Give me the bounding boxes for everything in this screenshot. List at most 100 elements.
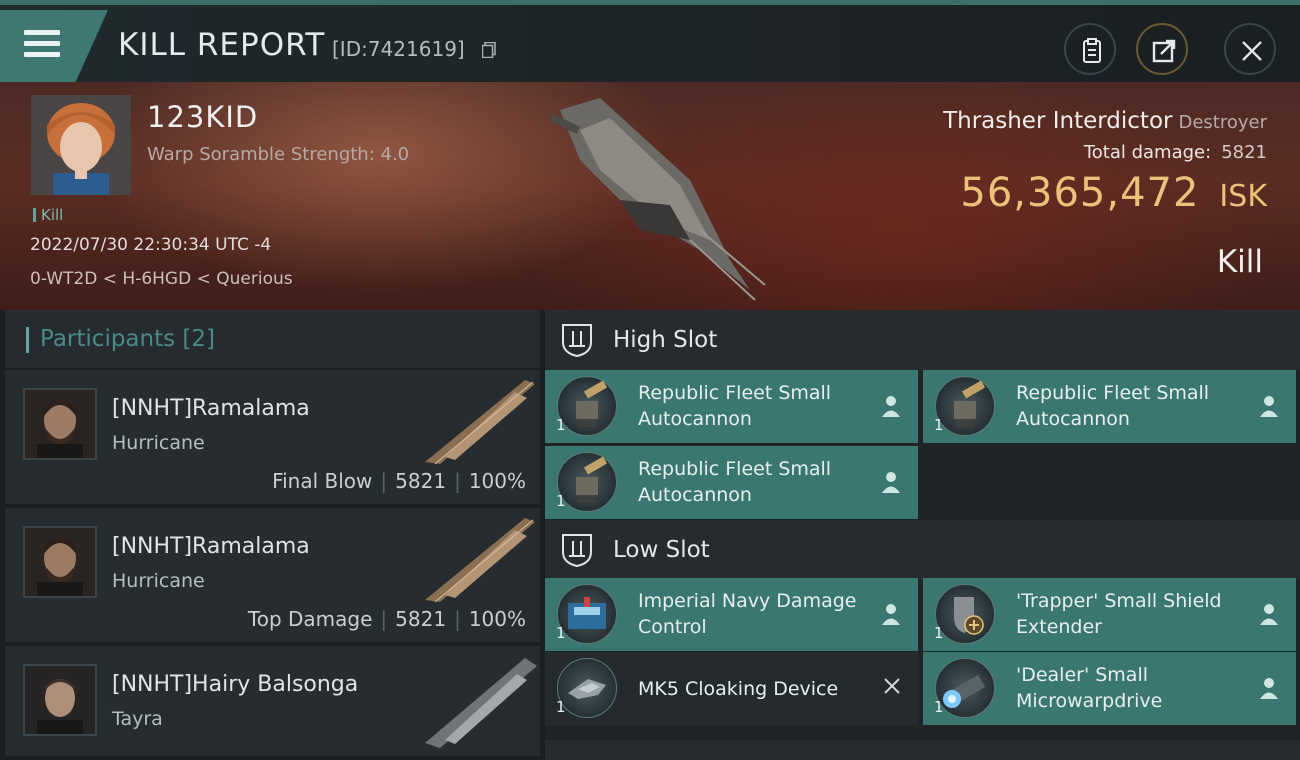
participant-ship: Hurricane bbox=[112, 570, 205, 592]
next-slot-header bbox=[545, 740, 1300, 760]
copy-icon[interactable] bbox=[482, 42, 496, 58]
participant-ship-image bbox=[425, 518, 535, 603]
participant-stats: Top Damage | 5821 | 100% bbox=[247, 607, 526, 631]
participant-ship: Hurricane bbox=[112, 432, 205, 454]
total-damage-label: Total damage: bbox=[1083, 142, 1212, 163]
module-name: 'Trapper' Small Shield Extender bbox=[1016, 590, 1222, 638]
menu-button[interactable] bbox=[0, 10, 108, 82]
participant-name: [NNHT]Ramalama bbox=[112, 396, 310, 421]
kill-location: 0-WT2D < H-6HGD < Querious bbox=[30, 269, 293, 289]
module-item[interactable]: 1 Republic Fleet Small Autocannon bbox=[545, 370, 918, 443]
kill-datetime: 2022/07/30 22:30:34 UTC -4 bbox=[30, 235, 272, 255]
participant-avatar[interactable] bbox=[23, 388, 97, 460]
module-name: 'Dealer' Small Microwarpdrive bbox=[1016, 664, 1163, 712]
victim-ship-name: Thrasher Interdictor Destroyer bbox=[943, 108, 1267, 134]
module-name: MK5 Cloaking Device bbox=[638, 678, 839, 700]
module-item[interactable]: 1 'Trapper' Small Shield Extender bbox=[923, 578, 1296, 651]
participant-name: [NNHT]Ramalama bbox=[112, 534, 310, 559]
participant-role: Top Damage bbox=[247, 607, 373, 631]
microwarpdrive-icon bbox=[935, 658, 995, 718]
page-title: KILL REPORT bbox=[118, 27, 326, 63]
close-button[interactable] bbox=[1224, 23, 1276, 75]
ship-type: Thrasher Interdictor bbox=[943, 108, 1173, 134]
close-icon bbox=[1242, 41, 1262, 61]
module-qty: 1 bbox=[934, 698, 944, 716]
share-button[interactable] bbox=[1136, 23, 1188, 75]
module-qty: 1 bbox=[934, 624, 944, 642]
participant-stats: Final Blow | 5821 | 100% bbox=[272, 469, 526, 493]
share-icon bbox=[1152, 39, 1176, 63]
clipboard-icon bbox=[1083, 38, 1101, 63]
report-id: [ID:7421619] bbox=[332, 37, 465, 61]
module-qty: 1 bbox=[556, 624, 566, 642]
high-slot-title: High Slot bbox=[613, 327, 718, 353]
person-icon[interactable] bbox=[1258, 394, 1280, 418]
participant-damage: 5821 bbox=[395, 607, 447, 631]
participant-card[interactable]: [NNHT]Ramalama Hurricane Final Blow | 5821… bbox=[5, 370, 540, 504]
module-name: Republic Fleet Small Autocannon bbox=[1016, 382, 1210, 430]
participant-ship: Tayra bbox=[112, 708, 163, 730]
autocannon-icon bbox=[557, 376, 617, 436]
victim-ship-image bbox=[549, 98, 766, 301]
module-qty: 1 bbox=[556, 492, 566, 510]
menu-icon bbox=[24, 30, 60, 35]
participant-avatar[interactable]: + bbox=[23, 664, 97, 736]
clipboard-button[interactable] bbox=[1064, 23, 1116, 75]
module-item[interactable]: 1 MK5 Cloaking Device bbox=[545, 652, 918, 725]
warp-scramble-strength: Warp Soramble Strength: 4.0 bbox=[147, 144, 410, 165]
module-name: Imperial Navy Damage Control bbox=[638, 590, 857, 638]
fitting-panel: High Slot 1 Republic Fleet Small Autocan… bbox=[545, 310, 1300, 760]
slot-icon bbox=[562, 534, 592, 568]
victim-avatar[interactable] bbox=[31, 95, 131, 195]
ship-class: Destroyer bbox=[1178, 112, 1267, 133]
isk-value-row: 56,365,472 ISK bbox=[960, 170, 1267, 216]
total-damage-value: 5821 bbox=[1221, 142, 1267, 163]
participant-card[interactable]: [NNHT]Ramalama Hurricane Top Damage | 5821… bbox=[5, 508, 540, 642]
participants-header: Participants [2] bbox=[5, 310, 540, 368]
kill-tag: Kill bbox=[33, 206, 63, 224]
participant-avatar[interactable] bbox=[23, 526, 97, 598]
participant-name: [NNHT]Hairy Balsonga bbox=[112, 672, 359, 697]
slot-icon bbox=[562, 324, 592, 358]
total-damage: Total damage: 5821 bbox=[1084, 142, 1267, 163]
person-icon[interactable] bbox=[880, 394, 902, 418]
module-qty: 1 bbox=[934, 416, 944, 434]
participant-ship-image bbox=[425, 658, 537, 748]
high-slot-header: High Slot bbox=[545, 310, 1300, 370]
module-item[interactable]: 1 'Dealer' Small Microwarpdrive bbox=[923, 652, 1296, 725]
person-icon[interactable] bbox=[880, 602, 902, 626]
participants-count: [2] bbox=[182, 326, 216, 352]
module-name: Republic Fleet Small Autocannon bbox=[638, 458, 832, 506]
participant-card[interactable]: + [NNHT]Hairy Balsonga Tayra bbox=[5, 646, 540, 756]
participant-ship-image bbox=[425, 380, 535, 465]
participant-percent: 100% bbox=[468, 469, 526, 493]
participant-damage: 5821 bbox=[395, 469, 447, 493]
x-icon[interactable] bbox=[882, 676, 902, 696]
autocannon-icon bbox=[557, 452, 617, 512]
low-slot-title: Low Slot bbox=[613, 537, 710, 563]
participant-role: Final Blow bbox=[272, 469, 373, 493]
module-qty: 1 bbox=[556, 416, 566, 434]
participants-panel: Participants [2] [NNHT]Ramalama Hurrican… bbox=[5, 310, 540, 756]
shield-extender-icon bbox=[935, 584, 995, 644]
low-slot-header: Low Slot bbox=[545, 520, 1300, 580]
top-bar: KILL REPORT [ID:7421619] bbox=[0, 0, 1300, 82]
person-icon[interactable] bbox=[1258, 676, 1280, 700]
autocannon-icon bbox=[935, 376, 995, 436]
module-item[interactable]: 1 Imperial Navy Damage Control bbox=[545, 578, 918, 651]
kill-banner: 123KID Warp Soramble Strength: 4.0 Kill … bbox=[0, 82, 1300, 310]
plus-icon: + bbox=[93, 734, 97, 736]
isk-unit: ISK bbox=[1219, 179, 1267, 214]
module-item[interactable]: 1 Republic Fleet Small Autocannon bbox=[923, 370, 1296, 443]
cloaking-device-icon bbox=[557, 658, 617, 718]
person-icon[interactable] bbox=[1258, 602, 1280, 626]
isk-value: 56,365,472 bbox=[960, 170, 1200, 216]
kill-result: Kill bbox=[1216, 244, 1263, 280]
module-qty: 1 bbox=[556, 698, 566, 716]
module-name: Republic Fleet Small Autocannon bbox=[638, 382, 832, 430]
damage-control-icon bbox=[557, 584, 617, 644]
participants-title: Participants [2] bbox=[40, 326, 216, 352]
module-item[interactable]: 1 Republic Fleet Small Autocannon bbox=[545, 446, 918, 519]
person-icon[interactable] bbox=[880, 470, 902, 494]
victim-name: 123KID bbox=[147, 100, 259, 134]
